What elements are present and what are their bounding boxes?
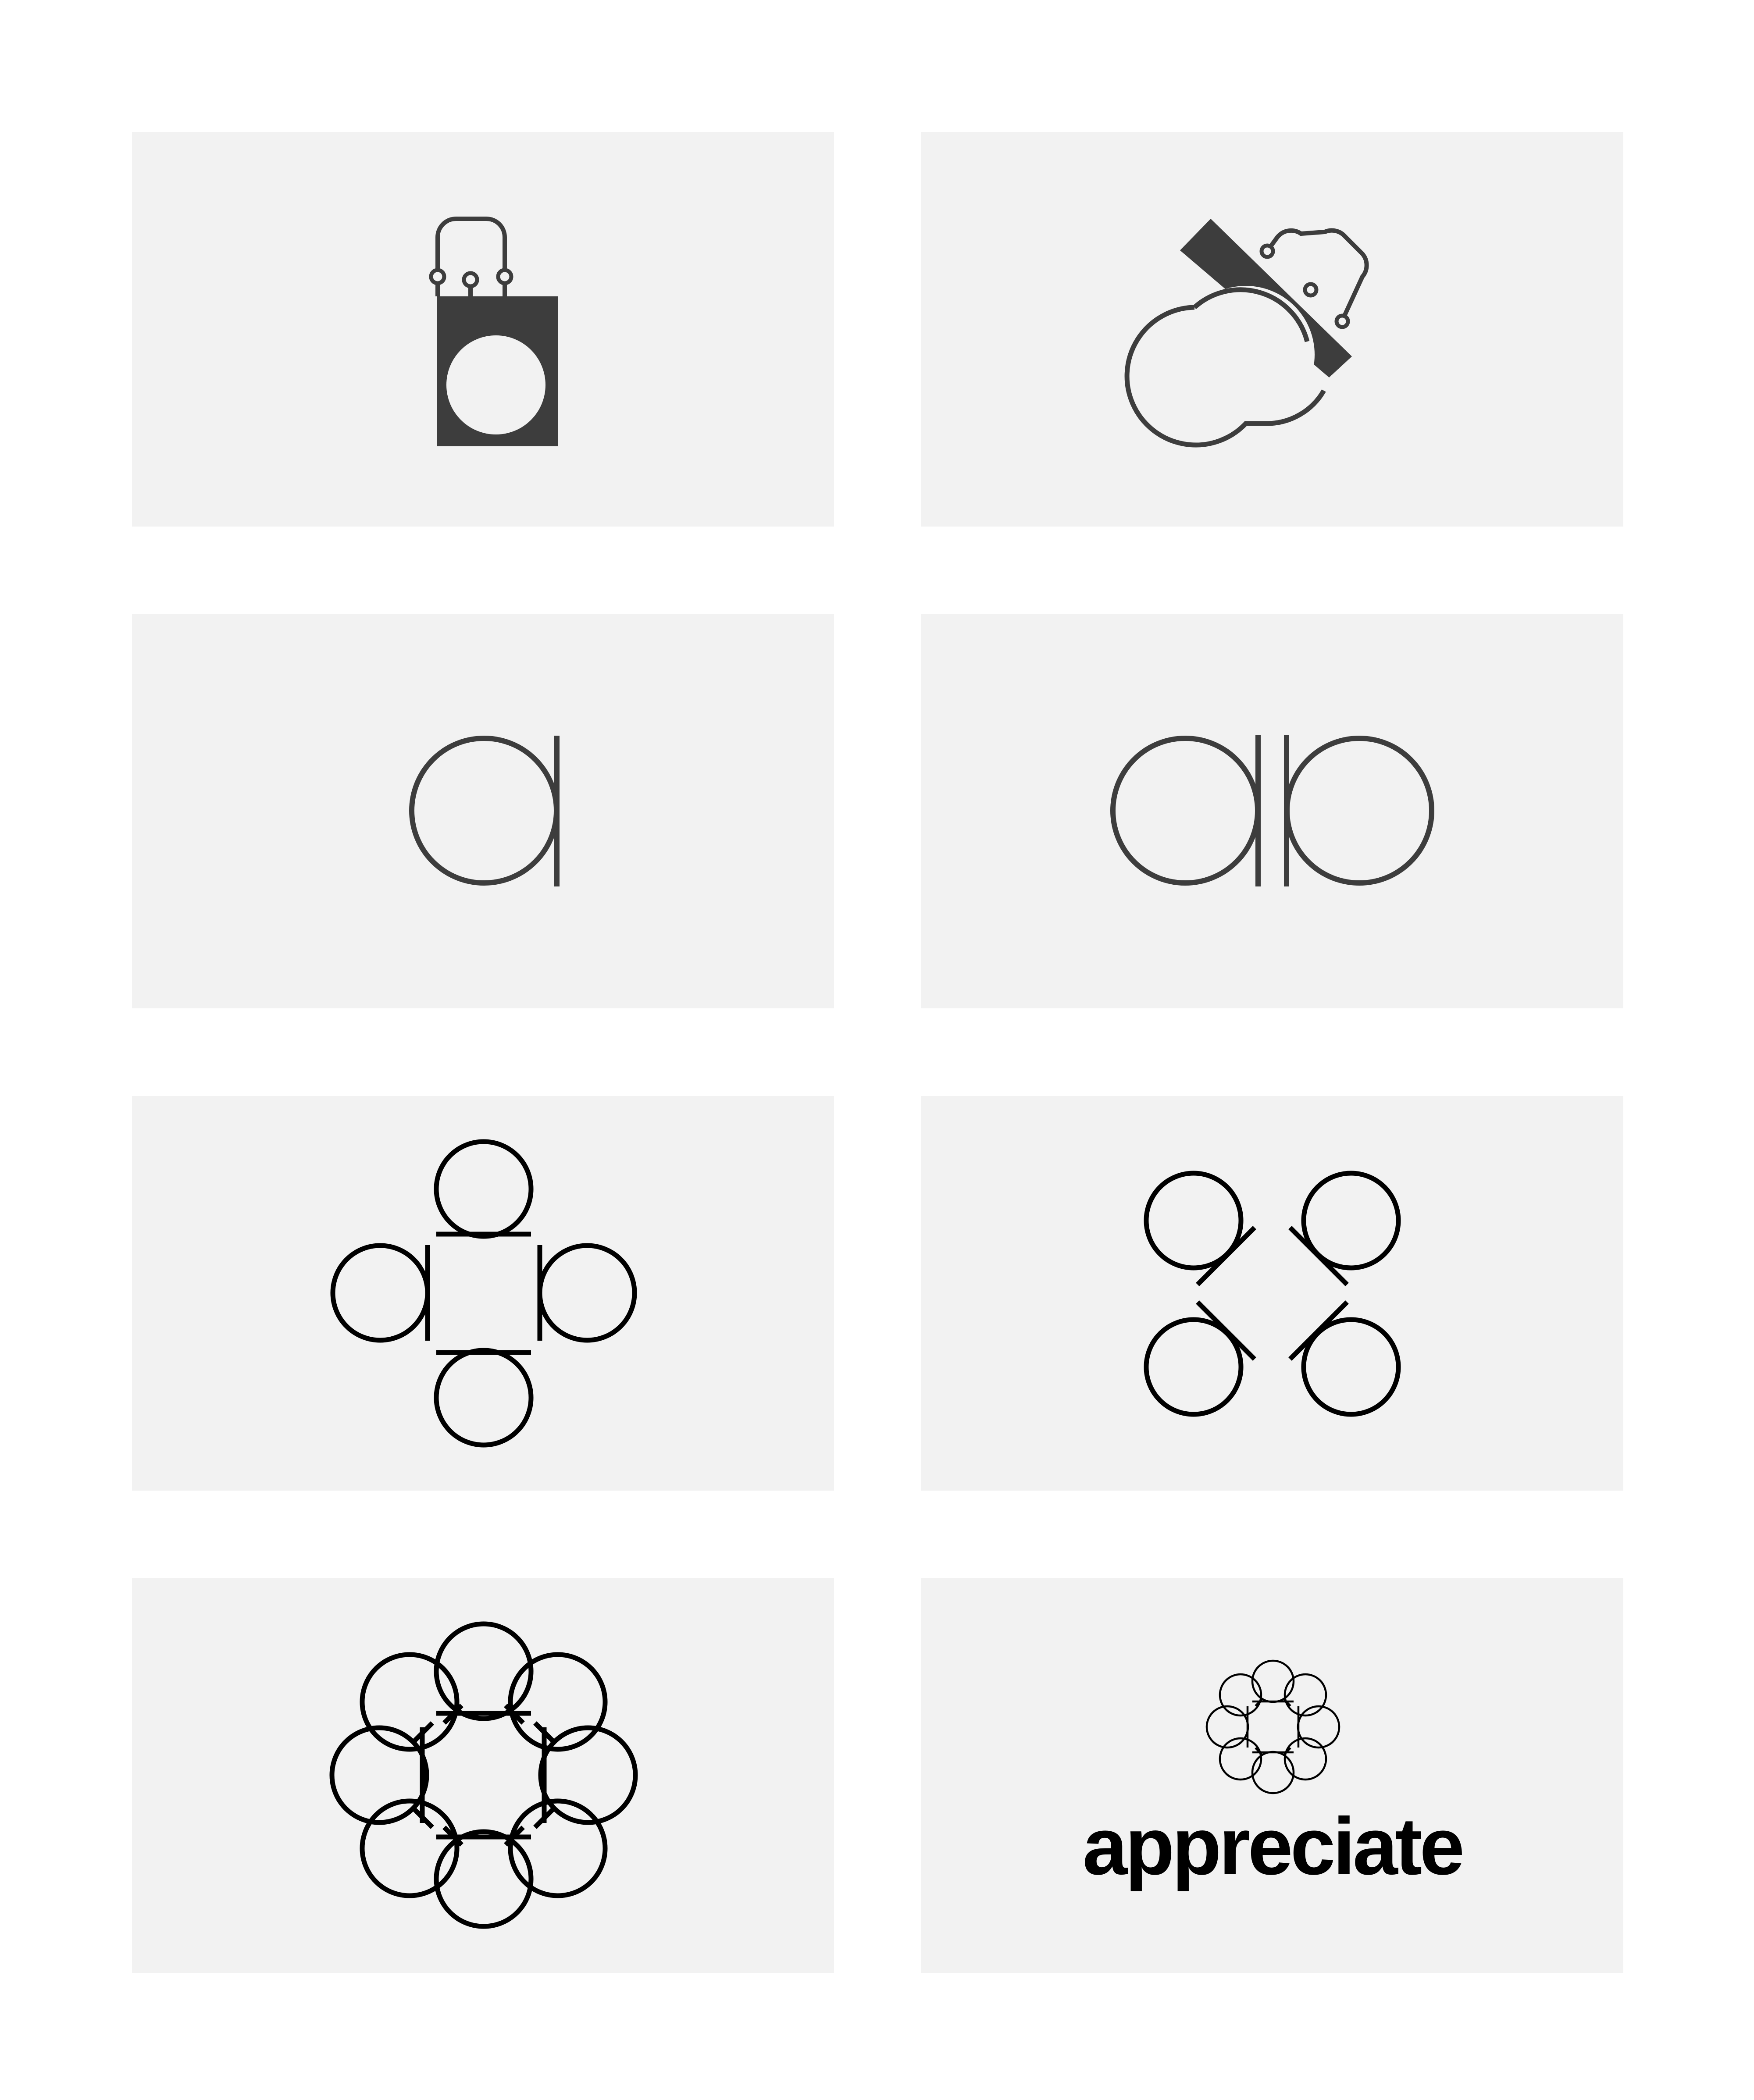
- logo-panel-four-letter-cross: [132, 1096, 834, 1491]
- shopping-bag-letter-a-icon: [429, 217, 558, 446]
- appreciate-flower-icon: [1205, 1659, 1340, 1794]
- logo-panel-letter-a: [132, 614, 834, 1008]
- four-letter-cross-icon: [330, 1139, 637, 1448]
- logo-panel-four-letter-diagonal: [921, 1096, 1623, 1491]
- logo-panel-eight-letter-flower: [132, 1578, 834, 1973]
- tilted-shopping-bag-icon: [1124, 219, 1369, 448]
- appreciate-wordmark: appreciate: [1082, 1801, 1465, 1892]
- letter-a-icon: [409, 736, 560, 886]
- logo-panel-letters-ab: [921, 614, 1623, 1008]
- eight-letter-flower-icon: [329, 1621, 638, 1929]
- four-letter-diagonal-icon: [1144, 1171, 1401, 1417]
- logo-panel-shopping-bag: [132, 132, 834, 527]
- logo-panel-final: appreciate: [921, 1578, 1623, 1973]
- logo-panel-tilted-bag: [921, 132, 1623, 527]
- mirrored-ab-icon: [1110, 735, 1434, 886]
